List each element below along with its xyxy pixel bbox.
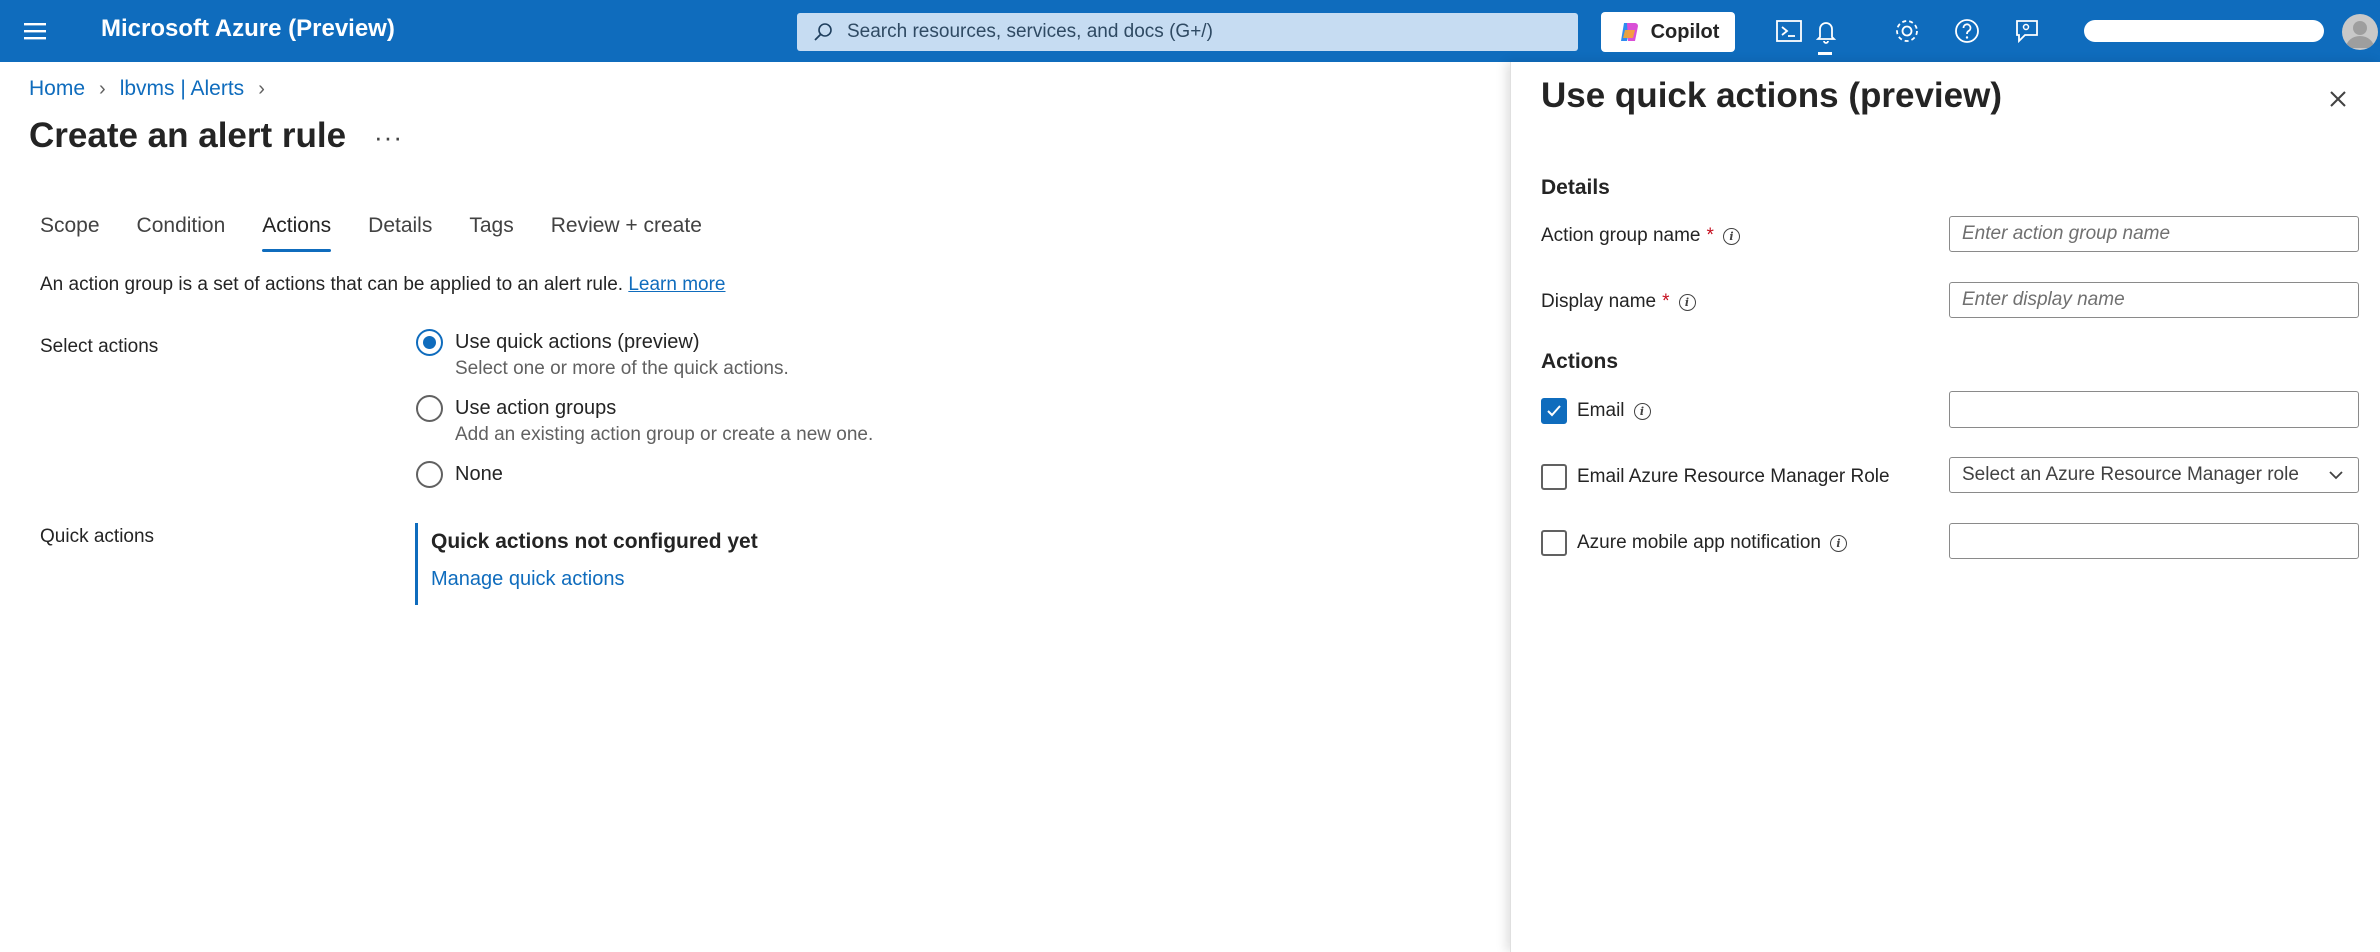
help-icon[interactable] bbox=[1951, 15, 1983, 47]
page-title: Create an alert rule bbox=[29, 116, 347, 155]
cloud-shell-icon[interactable] bbox=[1773, 15, 1805, 47]
arm-role-checkbox-row[interactable]: Email Azure Resource Manager Role bbox=[1541, 464, 1890, 490]
email-label: Email i bbox=[1577, 400, 1651, 422]
action-group-name-input[interactable] bbox=[1949, 216, 2359, 252]
quick-actions-label: Quick actions bbox=[40, 526, 155, 547]
radio-quick-actions[interactable]: Use quick actions (preview) Select one o… bbox=[416, 329, 789, 380]
email-checkbox[interactable] bbox=[1541, 398, 1567, 424]
copilot-label: Copilot bbox=[1650, 20, 1720, 43]
search-input[interactable] bbox=[845, 20, 1578, 44]
info-icon[interactable]: i bbox=[1829, 534, 1847, 552]
tab-scope[interactable]: Scope bbox=[40, 214, 100, 252]
tab-details[interactable]: Details bbox=[368, 214, 432, 252]
breadcrumb: Home › lbvms | Alerts › bbox=[29, 77, 279, 101]
arm-role-checkbox[interactable] bbox=[1541, 464, 1567, 490]
radio-button[interactable] bbox=[416, 395, 443, 422]
input-segment-gap bbox=[2041, 392, 2047, 395]
mobile-app-label: Azure mobile app notification i bbox=[1577, 532, 1847, 554]
checkbox-label-text: Email Azure Resource Manager Role bbox=[1577, 466, 1890, 487]
action-group-name-label: Action group name * i bbox=[1541, 225, 1740, 247]
details-heading: Details bbox=[1541, 176, 1610, 199]
copilot-icon bbox=[1620, 23, 1638, 41]
input-segment-gap bbox=[2141, 392, 2147, 395]
breadcrumb-home[interactable]: Home bbox=[29, 77, 85, 101]
dropdown-value: Select an Azure Resource Manager role bbox=[1962, 464, 2299, 485]
quick-actions-info-box: Quick actions not configured yet Manage … bbox=[415, 523, 835, 605]
required-marker: * bbox=[1706, 225, 1714, 246]
email-input[interactable] bbox=[1949, 391, 2359, 428]
top-bar: Microsoft Azure (Preview) Copilot bbox=[0, 0, 2380, 62]
actions-intro: An action group is a set of actions that… bbox=[40, 274, 726, 296]
email-checkbox-row[interactable]: Email i bbox=[1541, 398, 1651, 424]
bell-icon[interactable] bbox=[1810, 15, 1842, 47]
learn-more-link[interactable]: Learn more bbox=[628, 274, 725, 295]
search-icon bbox=[814, 23, 832, 41]
radio-label: Use quick actions (preview) bbox=[455, 331, 700, 353]
radio-action-groups[interactable]: Use action groups Add an existing action… bbox=[416, 395, 873, 446]
radio-description: Select one or more of the quick actions. bbox=[455, 358, 789, 379]
chevron-right-icon: › bbox=[258, 77, 265, 100]
breadcrumb-lbvms-alerts[interactable]: lbvms | Alerts bbox=[120, 77, 244, 101]
actions-heading: Actions bbox=[1541, 350, 1619, 373]
account-name-redacted[interactable] bbox=[2084, 20, 2324, 42]
notifications-indicator bbox=[1818, 52, 1832, 55]
close-icon[interactable] bbox=[2323, 84, 2353, 114]
chevron-down-icon bbox=[2329, 471, 2343, 480]
mobile-app-checkbox[interactable] bbox=[1541, 530, 1567, 556]
chevron-right-icon: › bbox=[99, 77, 106, 100]
arm-role-dropdown[interactable]: Select an Azure Resource Manager role bbox=[1949, 457, 2359, 493]
info-icon[interactable]: i bbox=[1633, 402, 1651, 420]
required-marker: * bbox=[1662, 291, 1670, 312]
more-options-button[interactable]: ··· bbox=[374, 122, 403, 153]
info-icon[interactable]: i bbox=[1722, 227, 1740, 245]
tab-tags[interactable]: Tags bbox=[469, 214, 513, 252]
radio-button[interactable] bbox=[416, 329, 443, 356]
display-name-label: Display name * i bbox=[1541, 291, 1696, 313]
actions-intro-text: An action group is a set of actions that… bbox=[40, 274, 624, 295]
mobile-app-checkbox-row[interactable]: Azure mobile app notification i bbox=[1541, 530, 1847, 556]
portal-brand[interactable]: Microsoft Azure (Preview) bbox=[101, 15, 395, 43]
checkbox-label-text: Email bbox=[1577, 400, 1625, 421]
info-icon[interactable]: i bbox=[1678, 293, 1696, 311]
panel-title: Use quick actions (preview) bbox=[1541, 76, 2002, 115]
radio-none[interactable]: None bbox=[416, 461, 503, 488]
manage-quick-actions-link[interactable]: Manage quick actions bbox=[431, 568, 624, 591]
quick-actions-status: Quick actions not configured yet bbox=[431, 530, 758, 553]
radio-description: Add an existing action group or create a… bbox=[455, 424, 874, 445]
menu-icon[interactable] bbox=[20, 18, 52, 44]
radio-label: None bbox=[455, 463, 503, 485]
display-name-input[interactable] bbox=[1949, 282, 2359, 318]
radio-label: Use action groups bbox=[455, 397, 617, 419]
copilot-button[interactable]: Copilot bbox=[1601, 12, 1735, 52]
checkbox-label-text: Azure mobile app notification bbox=[1577, 532, 1821, 553]
tab-actions[interactable]: Actions bbox=[262, 214, 331, 252]
radio-button[interactable] bbox=[416, 461, 443, 488]
feedback-icon[interactable] bbox=[2011, 15, 2043, 47]
field-label-text: Action group name bbox=[1541, 225, 1701, 246]
wizard-tabs: Scope Condition Actions Details Tags Rev… bbox=[40, 214, 739, 252]
gear-icon[interactable] bbox=[1891, 15, 1923, 47]
select-actions-label: Select actions bbox=[40, 336, 159, 357]
arm-role-label: Email Azure Resource Manager Role bbox=[1577, 466, 1890, 488]
mobile-app-input[interactable] bbox=[1949, 523, 2359, 559]
tab-condition[interactable]: Condition bbox=[137, 214, 226, 252]
avatar[interactable] bbox=[2342, 14, 2378, 50]
global-search[interactable] bbox=[797, 13, 1578, 51]
tab-review-create[interactable]: Review + create bbox=[551, 214, 702, 252]
quick-actions-panel: Use quick actions (preview) Details Acti… bbox=[1510, 62, 2380, 952]
field-label-text: Display name bbox=[1541, 291, 1657, 312]
